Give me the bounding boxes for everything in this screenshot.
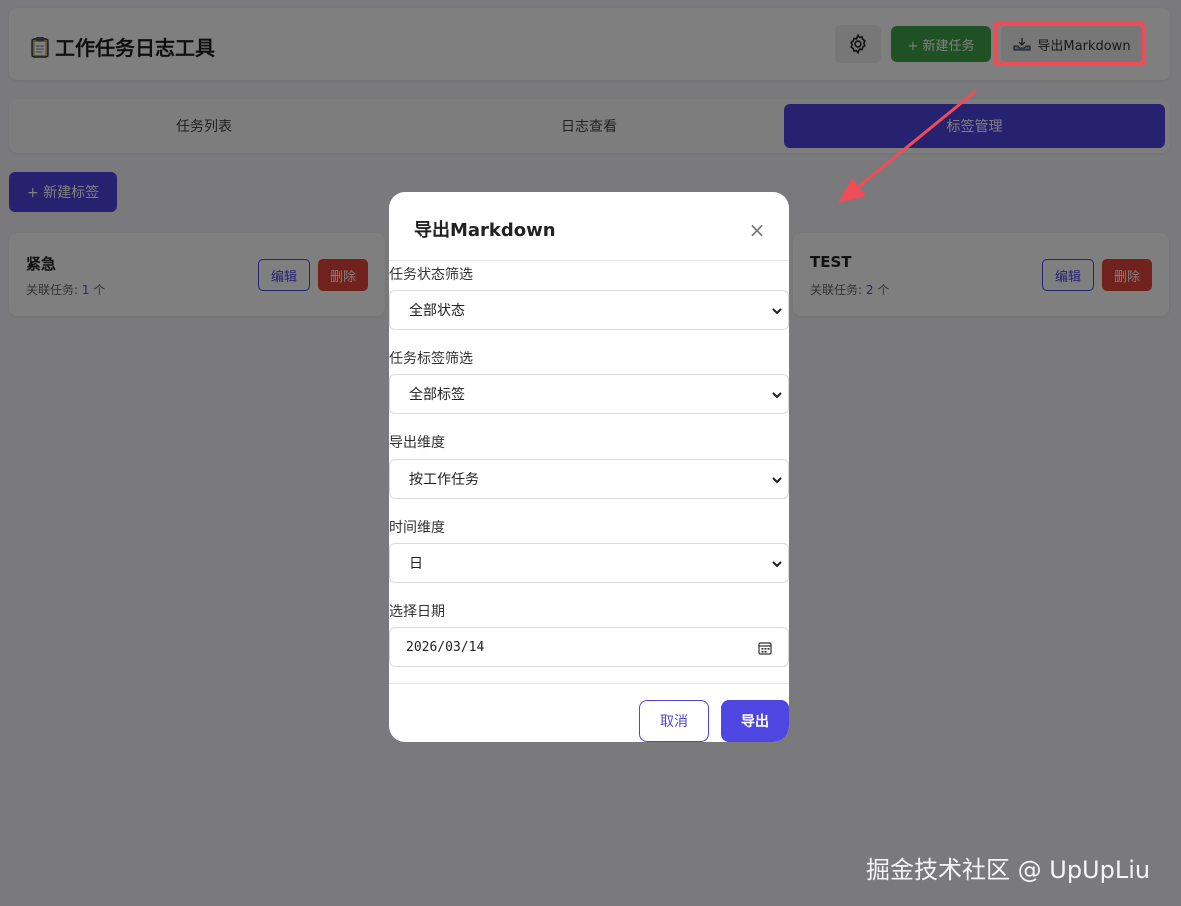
time-dimension-select[interactable]: 日 bbox=[389, 543, 789, 583]
export-dimension-label: 导出维度 bbox=[389, 435, 445, 451]
status-filter-value: 全部状态 bbox=[409, 303, 465, 319]
date-value: 2026/03/14 bbox=[406, 639, 485, 655]
export-confirm-button[interactable]: 导出 bbox=[721, 700, 789, 742]
chevron-down-icon bbox=[772, 392, 782, 399]
chevron-down-icon bbox=[772, 561, 782, 568]
tag-filter-value: 全部标签 bbox=[409, 387, 465, 403]
close-icon[interactable]: × bbox=[745, 218, 769, 242]
time-dimension-value: 日 bbox=[409, 556, 423, 572]
chevron-down-icon bbox=[772, 308, 782, 315]
modal-title: 导出Markdown bbox=[414, 220, 556, 241]
time-dimension-label: 时间维度 bbox=[389, 520, 445, 536]
date-input[interactable]: 2026/03/14 bbox=[389, 627, 789, 667]
tag-filter-select[interactable]: 全部标签 bbox=[389, 374, 789, 414]
export-dimension-select[interactable]: 按工作任务 bbox=[389, 459, 789, 499]
app-root: 工作任务日志工具 + 新建任务 导出Markdown 任务列表 日志查看 标签管… bbox=[0, 0, 1181, 906]
status-filter-label: 任务状态筛选 bbox=[389, 267, 473, 283]
status-filter-select[interactable]: 全部状态 bbox=[389, 290, 789, 330]
modal-header-divider bbox=[389, 260, 789, 261]
tag-filter-label: 任务标签筛选 bbox=[389, 351, 473, 367]
watermark: 掘金技术社区 @ UpUpLiu bbox=[866, 856, 1151, 884]
cancel-button[interactable]: 取消 bbox=[639, 700, 709, 742]
chevron-down-icon bbox=[772, 477, 782, 484]
export-dimension-value: 按工作任务 bbox=[409, 472, 479, 488]
date-label: 选择日期 bbox=[389, 604, 445, 620]
calendar-icon[interactable] bbox=[758, 641, 772, 655]
export-markdown-modal: 导出Markdown × 任务状态筛选 全部状态 任务标签筛选 全部标签 导出维… bbox=[389, 192, 789, 742]
modal-footer-divider bbox=[389, 683, 789, 684]
